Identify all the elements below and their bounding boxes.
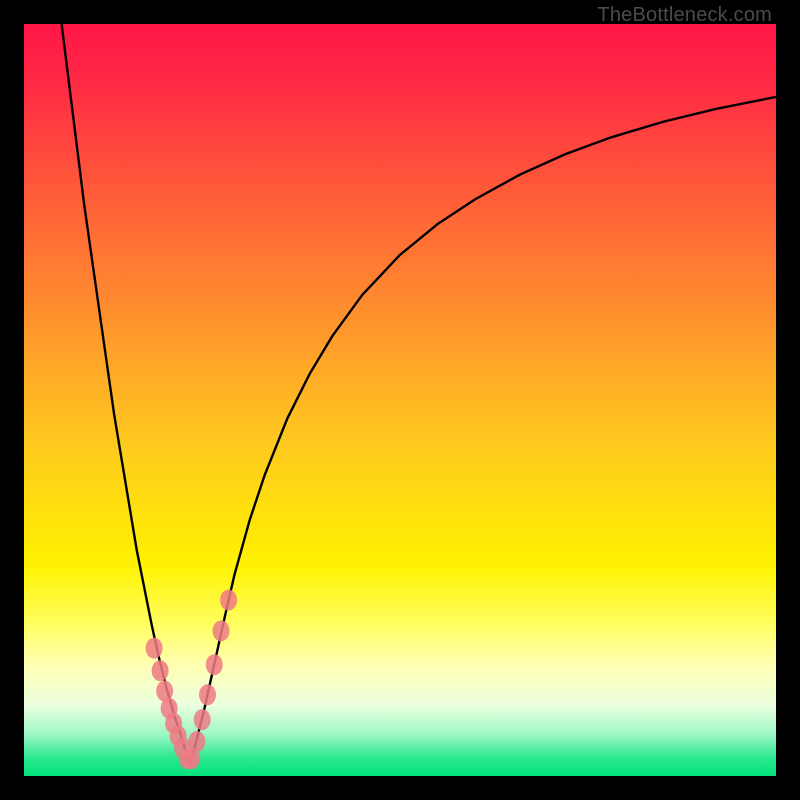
outer-frame: TheBottleneck.com <box>0 0 800 800</box>
data-point-marker <box>213 620 230 641</box>
plot-area <box>24 24 776 776</box>
data-point-marker <box>152 660 169 681</box>
data-point-marker <box>188 731 205 752</box>
chart-canvas <box>24 24 776 776</box>
data-point-marker <box>199 684 216 705</box>
data-point-marker <box>146 638 163 659</box>
data-point-marker <box>220 590 237 611</box>
data-point-marker <box>206 654 223 675</box>
background-gradient <box>24 24 776 776</box>
data-point-marker <box>194 709 211 730</box>
watermark-text: TheBottleneck.com <box>597 4 772 27</box>
